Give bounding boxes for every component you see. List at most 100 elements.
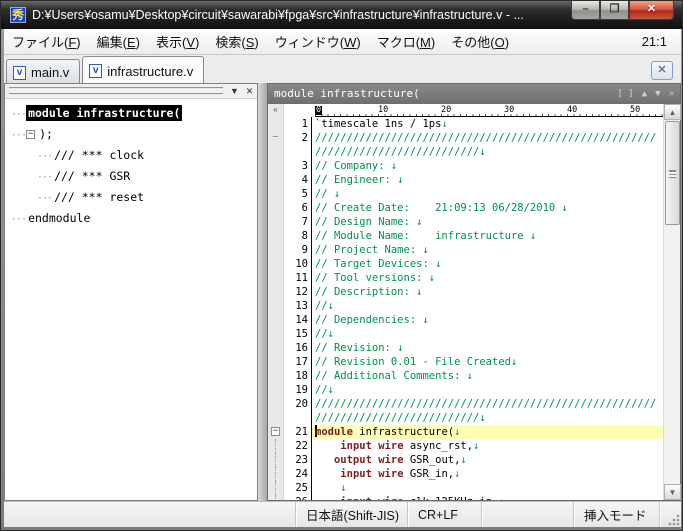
editor-vertical-scrollbar[interactable]: ▲ ▼ — [663, 104, 680, 500]
menu-item-s[interactable]: 検索(S) — [207, 29, 266, 54]
scroll-up-icon[interactable]: ▲ — [642, 84, 647, 104]
code-line[interactable]: 14// Dependencies: ↓ — [268, 313, 663, 327]
line-text: // Engineer: ↓ — [312, 173, 663, 187]
scrollbar-down-icon[interactable]: ▼ — [664, 484, 681, 500]
line-number: 3 — [284, 159, 312, 173]
close-button[interactable]: ✕ — [629, 1, 674, 20]
line-number: 18 — [284, 369, 312, 383]
panel-splitter[interactable] — [258, 83, 267, 501]
outline-item[interactable]: ···−); — [11, 124, 257, 145]
fold-guide-line — [275, 481, 276, 495]
scrollbar-grip-icon — [669, 170, 676, 178]
newline-mark-icon: ↓ — [473, 440, 479, 452]
code-segment — [315, 496, 340, 500]
scroll-down-icon[interactable]: ▼ — [655, 84, 660, 104]
code-segment: // Engineer: — [315, 174, 397, 186]
tree-expander-icon[interactable]: − — [26, 130, 35, 139]
scrollbar-up-icon[interactable]: ▲ — [664, 104, 681, 120]
menu-item-o[interactable]: その他(O) — [443, 29, 517, 54]
code-line[interactable]: 6// Create Date: 21:09:13 06/28/2010 ↓ — [268, 201, 663, 215]
code-line[interactable]: 4// Engineer: ↓ — [268, 173, 663, 187]
code-line[interactable]: 22 input wire async_rst,↓ — [268, 439, 663, 453]
menu-item-w[interactable]: ウィンドウ(W) — [267, 29, 369, 54]
code-line[interactable]: 25 ↓ — [268, 481, 663, 495]
menu-item-f[interactable]: ファイル(F) — [4, 29, 89, 54]
editor-panel: module infrastructure( [ ]▲▼» « 01020304… — [267, 83, 681, 501]
line-number: 19 — [284, 383, 312, 397]
status-bar: 日本語(Shift-JIS)CR+LF挿入モード — [4, 501, 681, 527]
code-line[interactable]: 23 output wire GSR_out,↓ — [268, 453, 663, 467]
menu-bar: ファイル(F)編集(E)表示(V)検索(S)ウィンドウ(W)マクロ(M)その他(… — [4, 29, 681, 55]
fold-margin — [268, 327, 284, 341]
line-number: 26 — [284, 495, 312, 500]
tab-infrastructure-v[interactable]: vinfrastructure.v — [82, 56, 204, 83]
code-segment — [315, 454, 334, 466]
code-line[interactable]: 15//↓ — [268, 327, 663, 341]
code-segment: // — [315, 188, 334, 200]
line-text: // Design Name: ↓ — [312, 215, 663, 229]
code-segment: wire — [378, 468, 403, 480]
fold-guide-line — [275, 439, 276, 453]
newline-mark-icon: ↓ — [454, 426, 460, 438]
code-line[interactable]: 16// Revision: ↓ — [268, 341, 663, 355]
code-line[interactable]: 26 input wire clk_125KHz_in,↓ — [268, 495, 663, 500]
resize-grip-icon[interactable] — [667, 513, 681, 527]
code-line[interactable]: //////////////////////////↓ — [268, 145, 663, 159]
code-segment: wire — [378, 454, 403, 466]
code-line[interactable]: 11// Tool versions: ↓ — [268, 271, 663, 285]
outline-item[interactable]: ···/// *** GSR — [11, 166, 257, 187]
panel-grip[interactable] — [9, 87, 223, 95]
line-text: // Target Devices: ↓ — [312, 257, 663, 271]
menu-item-m[interactable]: マクロ(M) — [369, 29, 444, 54]
tab-main-v[interactable]: vmain.v — [6, 59, 80, 83]
code-line[interactable]: 3// Company: ↓ — [268, 159, 663, 173]
status-encoding: 日本語(Shift-JIS) — [296, 502, 408, 527]
maximize-button[interactable]: ❐ — [600, 1, 629, 20]
code-line[interactable]: 17// Revision 0.01 - File Created↓ — [268, 355, 663, 369]
code-line[interactable]: 7// Design Name: ↓ — [268, 215, 663, 229]
line-number: 7 — [284, 215, 312, 229]
outline-item[interactable]: ···module infrastructure( — [11, 103, 257, 124]
code-line[interactable]: 19//↓ — [268, 383, 663, 397]
code-area[interactable]: 1`timescale 1ns / 1ps↓–2////////////////… — [268, 117, 663, 500]
code-segment — [315, 482, 340, 494]
bracket-icon[interactable]: [ ] — [617, 84, 633, 104]
code-segment: GSR_out, — [404, 454, 461, 466]
fold-collapse-icon[interactable]: − — [271, 427, 280, 436]
outline-item[interactable]: ···/// *** reset — [11, 187, 257, 208]
chevrons-icon[interactable]: » — [669, 84, 674, 104]
code-line[interactable]: –2//////////////////////////////////////… — [268, 131, 663, 145]
code-line[interactable]: 5// ↓ — [268, 187, 663, 201]
line-number: 23 — [284, 453, 312, 467]
code-line[interactable]: 1`timescale 1ns / 1ps↓ — [268, 117, 663, 131]
code-line[interactable]: 8// Module Name: infrastructure ↓ — [268, 229, 663, 243]
code-line[interactable]: //////////////////////////↓ — [268, 411, 663, 425]
code-segment — [315, 440, 340, 452]
line-text: // Dependencies: ↓ — [312, 313, 663, 327]
code-segment: ////////////////////////// — [315, 146, 479, 158]
tree-connector: ··· — [37, 151, 52, 162]
line-number: 24 — [284, 467, 312, 481]
code-line[interactable]: 9// Project Name: ↓ — [268, 243, 663, 257]
code-line[interactable]: 18// Additional Comments: ↓ — [268, 369, 663, 383]
close-file-button[interactable]: ✕ — [651, 61, 673, 80]
scrollbar-thumb[interactable] — [665, 121, 680, 225]
fold-margin — [268, 411, 284, 425]
code-line[interactable]: 24 input wire GSR_in,↓ — [268, 467, 663, 481]
outline-item[interactable]: ···endmodule — [11, 208, 257, 229]
menu-item-v[interactable]: 表示(V) — [148, 29, 207, 54]
fold-margin — [268, 159, 284, 173]
code-line[interactable]: 12// Description: ↓ — [268, 285, 663, 299]
code-segment: // Company: — [315, 160, 391, 172]
minimize-button[interactable]: – — [571, 1, 600, 20]
code-segment: // — [315, 300, 328, 312]
outline-close-button[interactable]: ✕ — [242, 85, 257, 98]
code-line[interactable]: 10// Target Devices: ↓ — [268, 257, 663, 271]
outline-collapse-button[interactable]: ▼ — [227, 85, 242, 98]
margin-collapse-icon[interactable]: « — [268, 104, 284, 117]
outline-item[interactable]: ···/// *** clock — [11, 145, 257, 166]
code-line[interactable]: 20//////////////////////////////////////… — [268, 397, 663, 411]
code-line[interactable]: 13//↓ — [268, 299, 663, 313]
menu-item-e[interactable]: 編集(E) — [89, 29, 148, 54]
code-line[interactable]: −21module infrastructure(↓ — [268, 425, 663, 439]
